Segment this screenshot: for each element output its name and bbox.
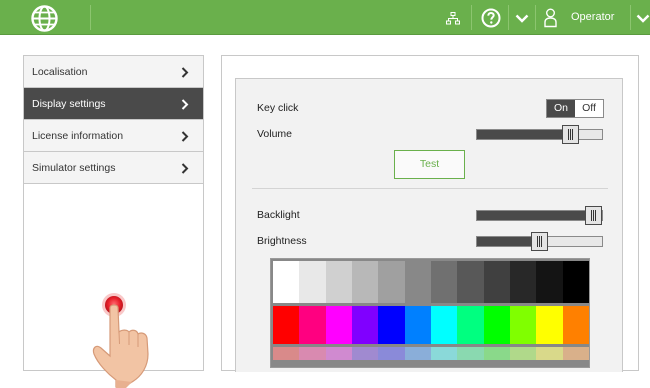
color-swatch	[273, 306, 300, 344]
divider	[90, 5, 91, 30]
menu-item-label: License information	[32, 130, 124, 142]
toggle-on-option[interactable]: On	[547, 100, 575, 117]
color-swatch	[562, 261, 589, 303]
color-swatch	[404, 347, 431, 360]
color-swatch	[378, 306, 405, 344]
color-swatch	[299, 306, 326, 344]
color-swatch	[351, 306, 379, 344]
top-bar: Operator	[0, 0, 650, 35]
brightness-label: Brightness	[257, 235, 307, 247]
chevron-right-icon	[181, 131, 189, 142]
color-swatch	[457, 306, 484, 344]
color-swatch	[273, 347, 300, 360]
color-swatch	[509, 306, 537, 344]
color-swatch	[562, 306, 589, 344]
volume-slider[interactable]	[476, 125, 603, 144]
color-swatch	[430, 261, 458, 303]
color-swatch	[457, 347, 484, 360]
color-swatch	[325, 306, 352, 344]
slider-fill	[477, 211, 594, 220]
color-swatch	[562, 347, 589, 360]
color-swatch	[483, 347, 510, 360]
slider-fill	[477, 130, 571, 139]
section-divider	[252, 188, 608, 189]
color-swatch	[430, 306, 458, 344]
display-settings-panel: Key click On Off Volume Test Backlight B…	[221, 55, 639, 372]
brightness-slider[interactable]	[476, 232, 603, 251]
backlight-label: Backlight	[257, 209, 300, 221]
menu-item-localisation[interactable]: Localisation	[24, 56, 203, 88]
color-swatch	[299, 347, 326, 360]
grayscale-row	[273, 261, 589, 303]
color-swatch	[378, 261, 405, 303]
color-swatch	[299, 261, 326, 303]
color-test-palette	[270, 258, 590, 368]
backlight-slider[interactable]	[476, 206, 603, 225]
globe-icon[interactable]	[31, 5, 58, 32]
color-swatch	[378, 347, 405, 360]
menu-item-simulator-settings[interactable]: Simulator settings	[24, 152, 203, 184]
color-swatch	[536, 261, 563, 303]
chevron-down-icon[interactable]	[515, 14, 529, 23]
test-button[interactable]: Test	[394, 150, 465, 179]
chevron-right-icon	[181, 99, 189, 110]
toggle-off-option[interactable]: Off	[575, 100, 603, 117]
color-swatch	[404, 306, 431, 344]
color-swatch	[483, 306, 510, 344]
divider	[535, 5, 536, 30]
color-swatch	[509, 347, 537, 360]
help-icon[interactable]	[481, 8, 501, 28]
network-icon[interactable]	[446, 12, 460, 25]
color-swatch	[483, 261, 510, 303]
menu-item-label: Simulator settings	[32, 162, 116, 174]
color-swatch	[509, 261, 537, 303]
divider	[508, 5, 509, 30]
volume-label: Volume	[257, 128, 293, 140]
touch-pointer-icon	[92, 293, 149, 388]
slider-thumb[interactable]	[585, 206, 602, 225]
key-click-toggle[interactable]: On Off	[546, 99, 604, 118]
color-swatch	[273, 261, 300, 303]
color-swatch	[351, 261, 379, 303]
settings-card: Key click On Off Volume Test Backlight B…	[235, 78, 623, 372]
divider	[630, 5, 631, 30]
color-swatch	[457, 261, 484, 303]
chevron-right-icon	[181, 163, 189, 174]
menu-item-label: Display settings	[32, 98, 106, 110]
divider	[471, 5, 472, 30]
color-swatch	[351, 347, 379, 360]
pastel-color-row	[273, 347, 589, 360]
chevron-right-icon	[181, 67, 189, 78]
color-swatch	[536, 347, 563, 360]
user-icon[interactable]	[544, 8, 557, 28]
color-swatch	[325, 261, 352, 303]
color-swatch	[430, 347, 458, 360]
color-swatch	[325, 347, 352, 360]
slider-thumb[interactable]	[531, 232, 548, 251]
key-click-label: Key click	[257, 102, 299, 114]
chevron-down-icon[interactable]	[636, 14, 650, 23]
user-name[interactable]: Operator	[571, 11, 614, 23]
color-swatch	[536, 306, 563, 344]
slider-thumb[interactable]	[562, 125, 580, 144]
menu-item-license-information[interactable]: License information	[24, 120, 203, 152]
color-swatch	[404, 261, 431, 303]
saturated-color-row	[273, 306, 589, 344]
menu-item-display-settings[interactable]: Display settings	[24, 88, 203, 120]
menu-item-label: Localisation	[32, 66, 88, 78]
